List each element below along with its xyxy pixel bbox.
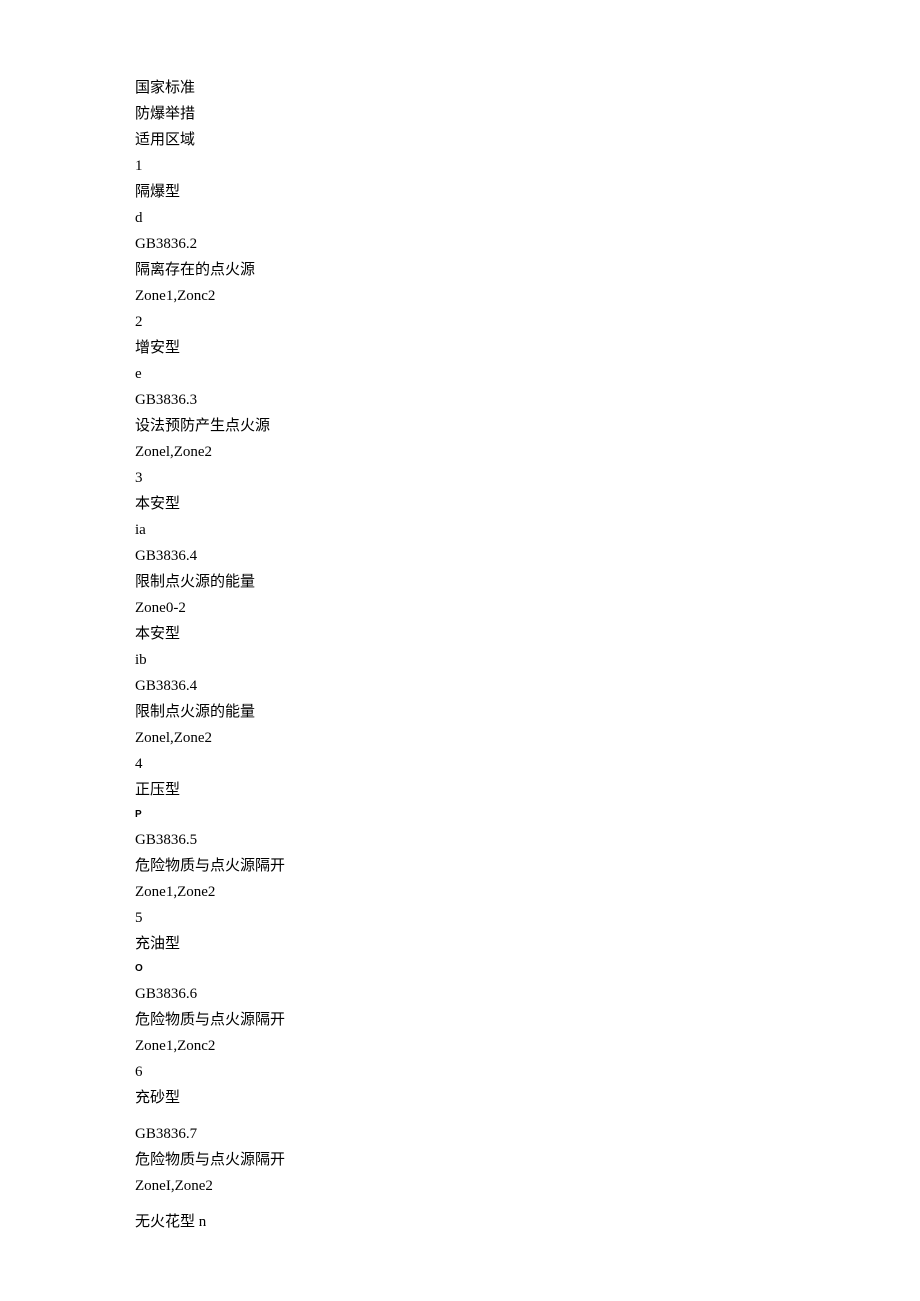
text-line: 正压型 bbox=[135, 777, 785, 803]
text-line: 国家标准 bbox=[135, 75, 785, 101]
text-line: 增安型 bbox=[135, 335, 785, 361]
text-line: Zone1,Zonc2 bbox=[135, 283, 785, 309]
text-line: 本安型 bbox=[135, 621, 785, 647]
text-line: 6 bbox=[135, 1059, 785, 1085]
text-line: 5 bbox=[135, 905, 785, 931]
document-page: 国家标准防爆举措适用区域1隔爆型dGB3836.2隔离存在的点火源Zone1,Z… bbox=[0, 0, 785, 1235]
text-line: Zone1,Zonc2 bbox=[135, 1033, 785, 1059]
text-line: 充砂型 bbox=[135, 1085, 785, 1111]
text-line: GB3836.3 bbox=[135, 387, 785, 413]
text-line: 限制点火源的能量 bbox=[135, 699, 785, 725]
text-line: 4 bbox=[135, 751, 785, 777]
text-line: ib bbox=[135, 647, 785, 673]
text-line: Zone0-2 bbox=[135, 595, 785, 621]
text-line: P bbox=[135, 803, 785, 827]
text-line: d bbox=[135, 205, 785, 231]
text-line: 适用区域 bbox=[135, 127, 785, 153]
text-line: 充油型 bbox=[135, 931, 785, 957]
text-line: 隔爆型 bbox=[135, 179, 785, 205]
text-line: GB3836.5 bbox=[135, 827, 785, 853]
text-line: ZoneI,Zone2 bbox=[135, 1173, 785, 1199]
text-line: ia bbox=[135, 517, 785, 543]
text-line: 2 bbox=[135, 309, 785, 335]
text-line: GB3836.7 bbox=[135, 1121, 785, 1147]
text-line: Zonel,Zone2 bbox=[135, 725, 785, 751]
text-line: 危险物质与点火源隔开 bbox=[135, 1147, 785, 1173]
text-line: 设法预防产生点火源 bbox=[135, 413, 785, 439]
text-line: 隔离存在的点火源 bbox=[135, 257, 785, 283]
text-line: 无火花型 n bbox=[135, 1209, 785, 1235]
text-line: 危险物质与点火源隔开 bbox=[135, 853, 785, 879]
text-line: 3 bbox=[135, 465, 785, 491]
text-line: Zone1,Zone2 bbox=[135, 879, 785, 905]
text-line: 防爆举措 bbox=[135, 101, 785, 127]
text-line bbox=[135, 1111, 785, 1121]
text-line: 1 bbox=[135, 153, 785, 179]
text-line: e bbox=[135, 361, 785, 387]
text-line: 危险物质与点火源隔开 bbox=[135, 1007, 785, 1033]
text-line: GB3836.2 bbox=[135, 231, 785, 257]
text-line: GB3836.6 bbox=[135, 981, 785, 1007]
text-line: 限制点火源的能量 bbox=[135, 569, 785, 595]
text-line: Zonel,Zone2 bbox=[135, 439, 785, 465]
text-line: O bbox=[135, 957, 785, 981]
text-line: GB3836.4 bbox=[135, 543, 785, 569]
text-line: 本安型 bbox=[135, 491, 785, 517]
text-line: GB3836.4 bbox=[135, 673, 785, 699]
